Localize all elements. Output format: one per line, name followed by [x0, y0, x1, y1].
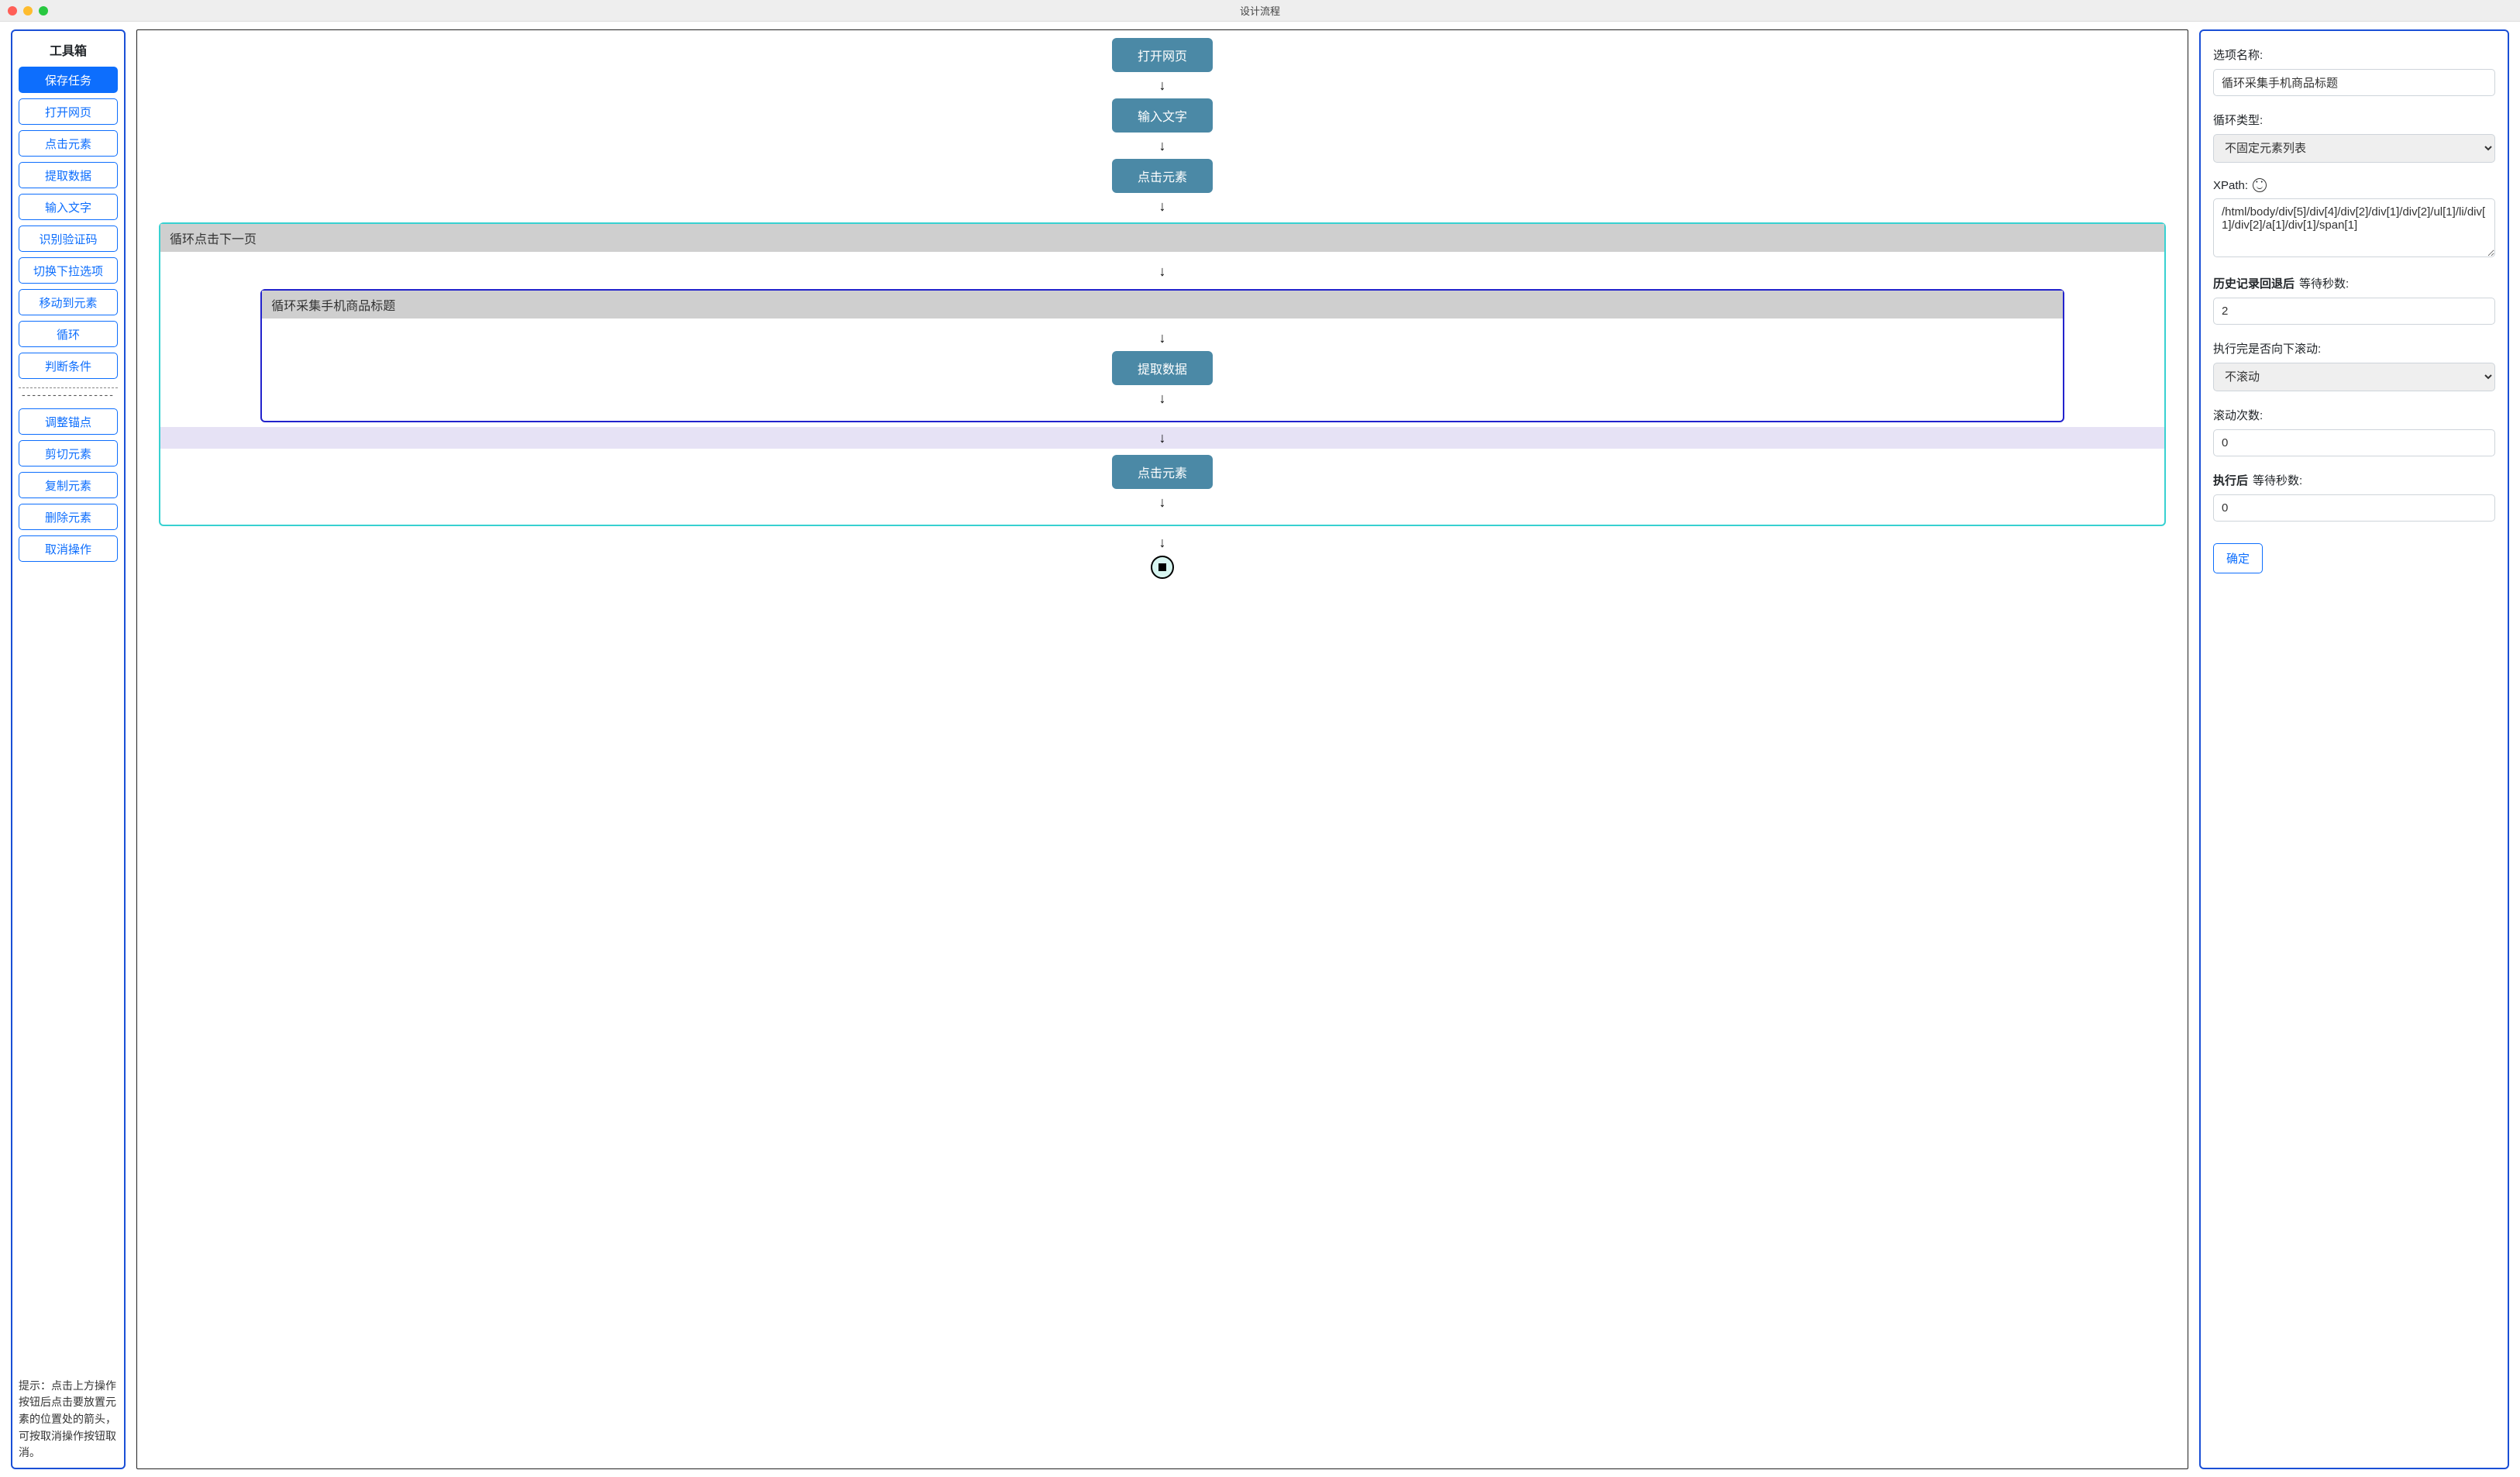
window-title: 设计流程	[0, 3, 2520, 18]
toolbox-title: 工具箱	[19, 40, 118, 59]
edit-adjust-anchor[interactable]: 调整锚点	[19, 408, 118, 435]
textarea-xpath[interactable]: /html/body/div[5]/div[4]/div[2]/div[1]/d…	[2213, 198, 2495, 257]
label-scroll-after: 执行完是否向下滚动:	[2213, 340, 2495, 356]
action-move-to[interactable]: 移动到元素	[19, 289, 118, 315]
node-extract-data[interactable]: 提取数据	[1112, 351, 1213, 385]
label-history-wait: 历史记录回退后等待秒数:	[2213, 275, 2495, 291]
minimize-icon[interactable]	[23, 6, 33, 15]
action-condition[interactable]: 判断条件	[19, 353, 118, 379]
label-after-wait: 执行后等待秒数:	[2213, 472, 2495, 488]
save-task-button[interactable]: 保存任务	[19, 67, 118, 93]
node-click-element[interactable]: 点击元素	[1112, 159, 1213, 193]
edit-copy[interactable]: 复制元素	[19, 472, 118, 498]
label-option-name: 选项名称:	[2213, 46, 2495, 63]
flow-canvas[interactable]: 打开网页 ↓ 输入文字 ↓ 点击元素 ↓ 循环点击下一页 ↓ 循环采集手机商品标…	[136, 29, 2188, 1469]
edit-cancel[interactable]: 取消操作	[19, 535, 118, 562]
smile-icon[interactable]	[2253, 178, 2267, 192]
action-input-text[interactable]: 输入文字	[19, 194, 118, 220]
action-open-web[interactable]: 打开网页	[19, 98, 118, 125]
node-input-text[interactable]: 输入文字	[1112, 98, 1213, 133]
toolbox-divider: ------------------	[19, 387, 118, 401]
terminal-node[interactable]	[1151, 556, 1174, 579]
loop-outer-title[interactable]: 循环点击下一页	[160, 224, 2164, 252]
input-history-wait[interactable]	[2213, 298, 2495, 325]
traffic-lights	[8, 6, 48, 15]
arrow-down-icon[interactable]: ↓	[1158, 391, 1165, 405]
drop-zone[interactable]: ↓	[160, 427, 2164, 449]
node-open-web[interactable]: 打开网页	[1112, 38, 1213, 72]
arrow-down-icon: ↓	[1159, 431, 1166, 445]
confirm-button[interactable]: 确定	[2213, 543, 2263, 573]
arrow-down-icon[interactable]: ↓	[1159, 139, 1166, 153]
loop-inner-title[interactable]: 循环采集手机商品标题	[262, 291, 2062, 318]
input-option-name[interactable]	[2213, 69, 2495, 96]
action-extract-data[interactable]: 提取数据	[19, 162, 118, 188]
edit-cut[interactable]: 剪切元素	[19, 440, 118, 467]
arrow-down-icon[interactable]: ↓	[1159, 199, 1166, 213]
stop-icon	[1158, 563, 1166, 571]
properties-panel: 选项名称: 循环类型: 不固定元素列表 XPath: /html/body/di…	[2199, 29, 2509, 1469]
action-captcha[interactable]: 识别验证码	[19, 226, 118, 252]
label-xpath: XPath:	[2213, 178, 2495, 192]
label-scroll-count: 滚动次数:	[2213, 407, 2495, 423]
arrow-down-icon[interactable]: ↓	[1159, 264, 1166, 278]
input-scroll-count[interactable]	[2213, 429, 2495, 456]
close-icon[interactable]	[8, 6, 17, 15]
maximize-icon[interactable]	[39, 6, 48, 15]
label-loop-type: 循环类型:	[2213, 112, 2495, 128]
action-click-element[interactable]: 点击元素	[19, 130, 118, 157]
select-loop-type[interactable]: 不固定元素列表	[2213, 134, 2495, 163]
action-loop[interactable]: 循环	[19, 321, 118, 347]
loop-inner[interactable]: 循环采集手机商品标题 ↓ 提取数据 ↓	[260, 289, 2064, 422]
action-switch-select[interactable]: 切换下拉选项	[19, 257, 118, 284]
toolbox-panel: 工具箱 保存任务 打开网页 点击元素 提取数据 输入文字 识别验证码 切换下拉选…	[11, 29, 126, 1469]
node-click-next[interactable]: 点击元素	[1112, 455, 1213, 489]
loop-outer[interactable]: 循环点击下一页 ↓ 循环采集手机商品标题 ↓ 提取数据 ↓ ↓ 点击元素 ↓	[159, 222, 2166, 526]
toolbox-hint: 提示：点击上方操作按钮后点击要放置元素的位置处的箭头，可按取消操作按钮取消。	[19, 1378, 118, 1462]
input-after-wait[interactable]	[2213, 494, 2495, 522]
select-scroll[interactable]: 不滚动	[2213, 363, 2495, 391]
arrow-down-icon[interactable]: ↓	[1159, 535, 1166, 549]
titlebar: 设计流程	[0, 0, 2520, 22]
arrow-down-icon[interactable]: ↓	[1158, 331, 1165, 345]
arrow-down-icon[interactable]: ↓	[1159, 495, 1166, 509]
arrow-down-icon[interactable]: ↓	[1159, 78, 1166, 92]
edit-delete[interactable]: 删除元素	[19, 504, 118, 530]
